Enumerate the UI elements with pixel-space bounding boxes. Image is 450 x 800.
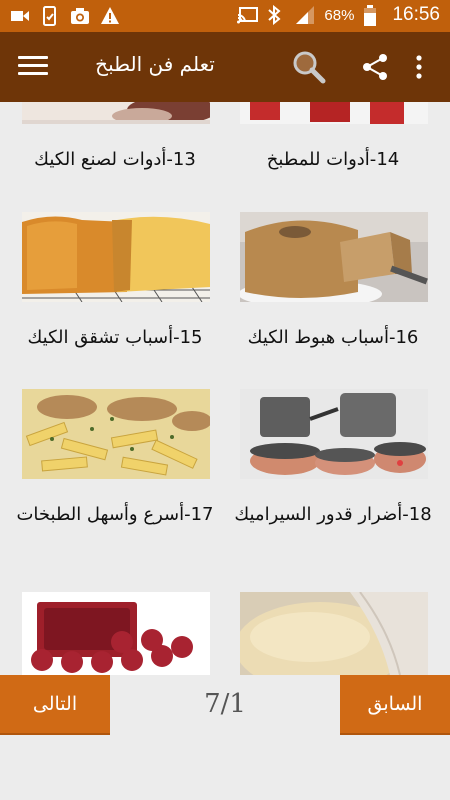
thumbnail-partial-bottom-left[interactable] <box>22 592 210 675</box>
previous-button[interactable]: السابق <box>340 675 450 735</box>
thumbnail-partial-right[interactable] <box>240 102 428 124</box>
search-icon <box>293 51 326 84</box>
app-bar: تعلم فن الطبخ <box>0 32 450 102</box>
search-button[interactable] <box>292 50 326 84</box>
next-button[interactable]: التالى <box>0 675 110 735</box>
more-options-button[interactable] <box>408 52 430 82</box>
video-icon <box>10 6 30 26</box>
phone-check-icon <box>40 6 60 26</box>
thumbnail-partial-bottom-right[interactable] <box>240 592 428 675</box>
clock: 16:56 <box>392 4 440 25</box>
status-left <box>10 6 120 26</box>
cast-icon <box>237 5 259 25</box>
status-bar: 68% 16:56 <box>0 0 450 32</box>
lesson-14-label[interactable]: 14-أدوات للمطبخ <box>228 145 438 175</box>
signal-icon <box>295 5 315 25</box>
thumbnail-partial-left[interactable] <box>22 102 210 124</box>
app-title: تعلم فن الطبخ <box>95 52 215 76</box>
warning-icon <box>100 6 120 26</box>
lesson-17-label[interactable]: 17-أسرع وأسهل الطبخات <box>10 500 220 530</box>
lesson-15-label[interactable]: 15-أسباب تشقق الكيك <box>10 323 220 353</box>
lesson-16-image[interactable] <box>240 212 428 302</box>
status-right: 68% 16:56 <box>237 4 440 26</box>
lesson-16-label[interactable]: 16-أسباب هبوط الكيك <box>228 323 438 353</box>
page-indicator: 7/1 <box>204 689 246 719</box>
bluetooth-icon <box>266 4 286 26</box>
more-vert-icon <box>416 55 422 79</box>
camera-icon <box>70 6 90 26</box>
lesson-18-image[interactable] <box>240 389 428 479</box>
menu-button[interactable] <box>18 52 48 82</box>
lesson-13-label[interactable]: 13-أدوات لصنع الكيك <box>10 145 220 175</box>
share-icon <box>363 54 387 80</box>
battery-icon <box>363 5 383 26</box>
lesson-15-image[interactable] <box>22 212 210 302</box>
pagination-bar: التالى 7/1 السابق <box>0 675 450 800</box>
lesson-17-image[interactable] <box>22 389 210 479</box>
lesson-grid: 13-أدوات لصنع الكيك 14-أدوات للمطبخ 15-أ… <box>0 102 450 675</box>
battery-percent: 68% <box>324 6 355 24</box>
menu-icon <box>18 52 48 75</box>
share-button[interactable] <box>360 52 390 82</box>
lesson-18-label[interactable]: 18-أضرار قدور السيراميك <box>228 500 438 530</box>
